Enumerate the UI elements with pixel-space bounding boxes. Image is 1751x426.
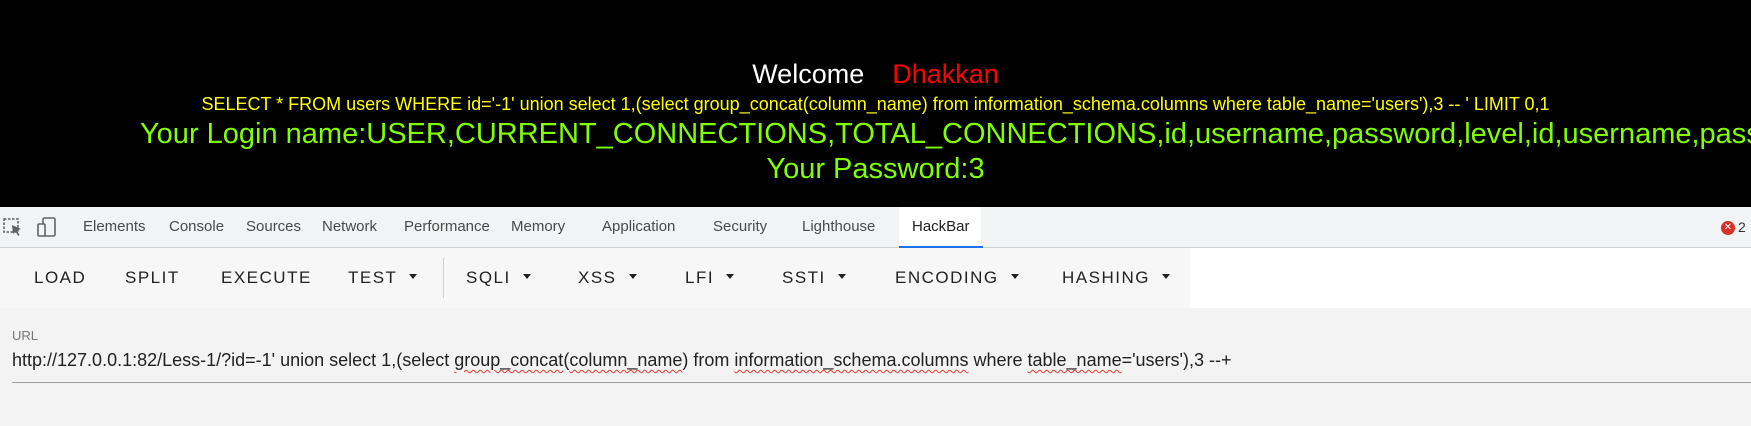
tab-sources[interactable]: Sources xyxy=(246,207,301,247)
url-text-segment: table_name xyxy=(1027,350,1122,370)
ssti-menu-label: SSTI xyxy=(782,268,826,287)
tab-application[interactable]: Application xyxy=(602,207,675,247)
test-menu[interactable]: TEST xyxy=(348,248,418,308)
url-text-segment: http://127.0.0.1:82/Less-1/?id=-1' union… xyxy=(12,350,455,370)
hackbar-toolbar: LOAD SPLIT EXECUTE TEST SQLI XSS LFI SST… xyxy=(0,248,1751,308)
url-text-segment: ='users'),3 --+ xyxy=(1121,350,1232,370)
hashing-menu-label: HASHING xyxy=(1062,268,1150,287)
xss-menu[interactable]: XSS xyxy=(578,248,637,308)
test-menu-label: TEST xyxy=(348,268,398,287)
tab-console[interactable]: Console xyxy=(169,207,224,247)
lfi-menu[interactable]: LFI xyxy=(685,248,735,308)
tab-security[interactable]: Security xyxy=(713,207,767,247)
tab-network[interactable]: Network xyxy=(322,207,377,247)
caret-down-icon xyxy=(1010,274,1019,280)
caret-down-icon xyxy=(837,274,846,280)
url-label: URL xyxy=(12,328,39,343)
tab-performance[interactable]: Performance xyxy=(404,207,490,247)
sqli-menu[interactable]: SQLI xyxy=(466,248,531,308)
caret-down-icon xyxy=(1161,274,1170,280)
encoding-menu[interactable]: ENCODING xyxy=(895,248,1019,308)
tab-memory[interactable]: Memory xyxy=(511,207,565,247)
welcome-text: Welcome xyxy=(752,59,865,89)
url-text-segment: information_schema.columns xyxy=(734,350,969,370)
caret-down-icon xyxy=(628,274,637,280)
url-input[interactable]: http://127.0.0.1:82/Less-1/?id=-1' union… xyxy=(12,350,1232,371)
url-text-segment: where xyxy=(968,350,1028,370)
tab-hackbar[interactable]: HackBar xyxy=(899,207,982,248)
password-result: Your Password:3 xyxy=(766,153,985,185)
tab-elements[interactable]: Elements xyxy=(83,207,146,247)
lfi-menu-label: LFI xyxy=(685,268,715,287)
device-toolbar-icon[interactable] xyxy=(36,216,58,238)
ssti-menu[interactable]: SSTI xyxy=(782,248,846,308)
encoding-menu-label: ENCODING xyxy=(895,268,999,287)
url-field-underline xyxy=(12,382,1751,383)
error-count[interactable]: 2 xyxy=(1738,219,1746,235)
page-output: Welcome Dhakkan SELECT * FROM users WHERE… xyxy=(0,0,1751,207)
user-name: Dhakkan xyxy=(892,59,999,89)
caret-down-icon xyxy=(409,274,418,280)
load-button[interactable]: LOAD xyxy=(34,248,86,308)
sql-query-text: SELECT * FROM users WHERE id='-1' union … xyxy=(201,94,1550,114)
error-icon[interactable]: ✕ xyxy=(1721,221,1735,235)
caret-down-icon xyxy=(522,274,531,280)
inspect-element-icon[interactable] xyxy=(2,216,24,238)
xss-menu-label: XSS xyxy=(578,268,617,287)
menu-divider xyxy=(443,258,444,298)
hashing-menu[interactable]: HASHING xyxy=(1062,248,1170,308)
url-text-segment: ) from xyxy=(682,350,735,370)
execute-button[interactable]: EXECUTE xyxy=(221,248,312,308)
caret-down-icon xyxy=(726,274,735,280)
welcome-line: Welcome Dhakkan xyxy=(0,58,1751,90)
login-name-result: Your Login name:USER,CURRENT_CONNECTIONS… xyxy=(140,118,1751,150)
tab-lighthouse[interactable]: Lighthouse xyxy=(802,207,875,247)
sqli-menu-label: SQLI xyxy=(466,268,511,287)
url-text-segment: column_name xyxy=(569,350,683,370)
devtools-tab-bar: Elements Console Sources Network Perform… xyxy=(0,207,1751,248)
url-text-segment: group_concat xyxy=(454,350,564,370)
url-field[interactable]: URL http://127.0.0.1:82/Less-1/?id=-1' u… xyxy=(0,308,1751,426)
split-button[interactable]: SPLIT xyxy=(125,248,180,308)
